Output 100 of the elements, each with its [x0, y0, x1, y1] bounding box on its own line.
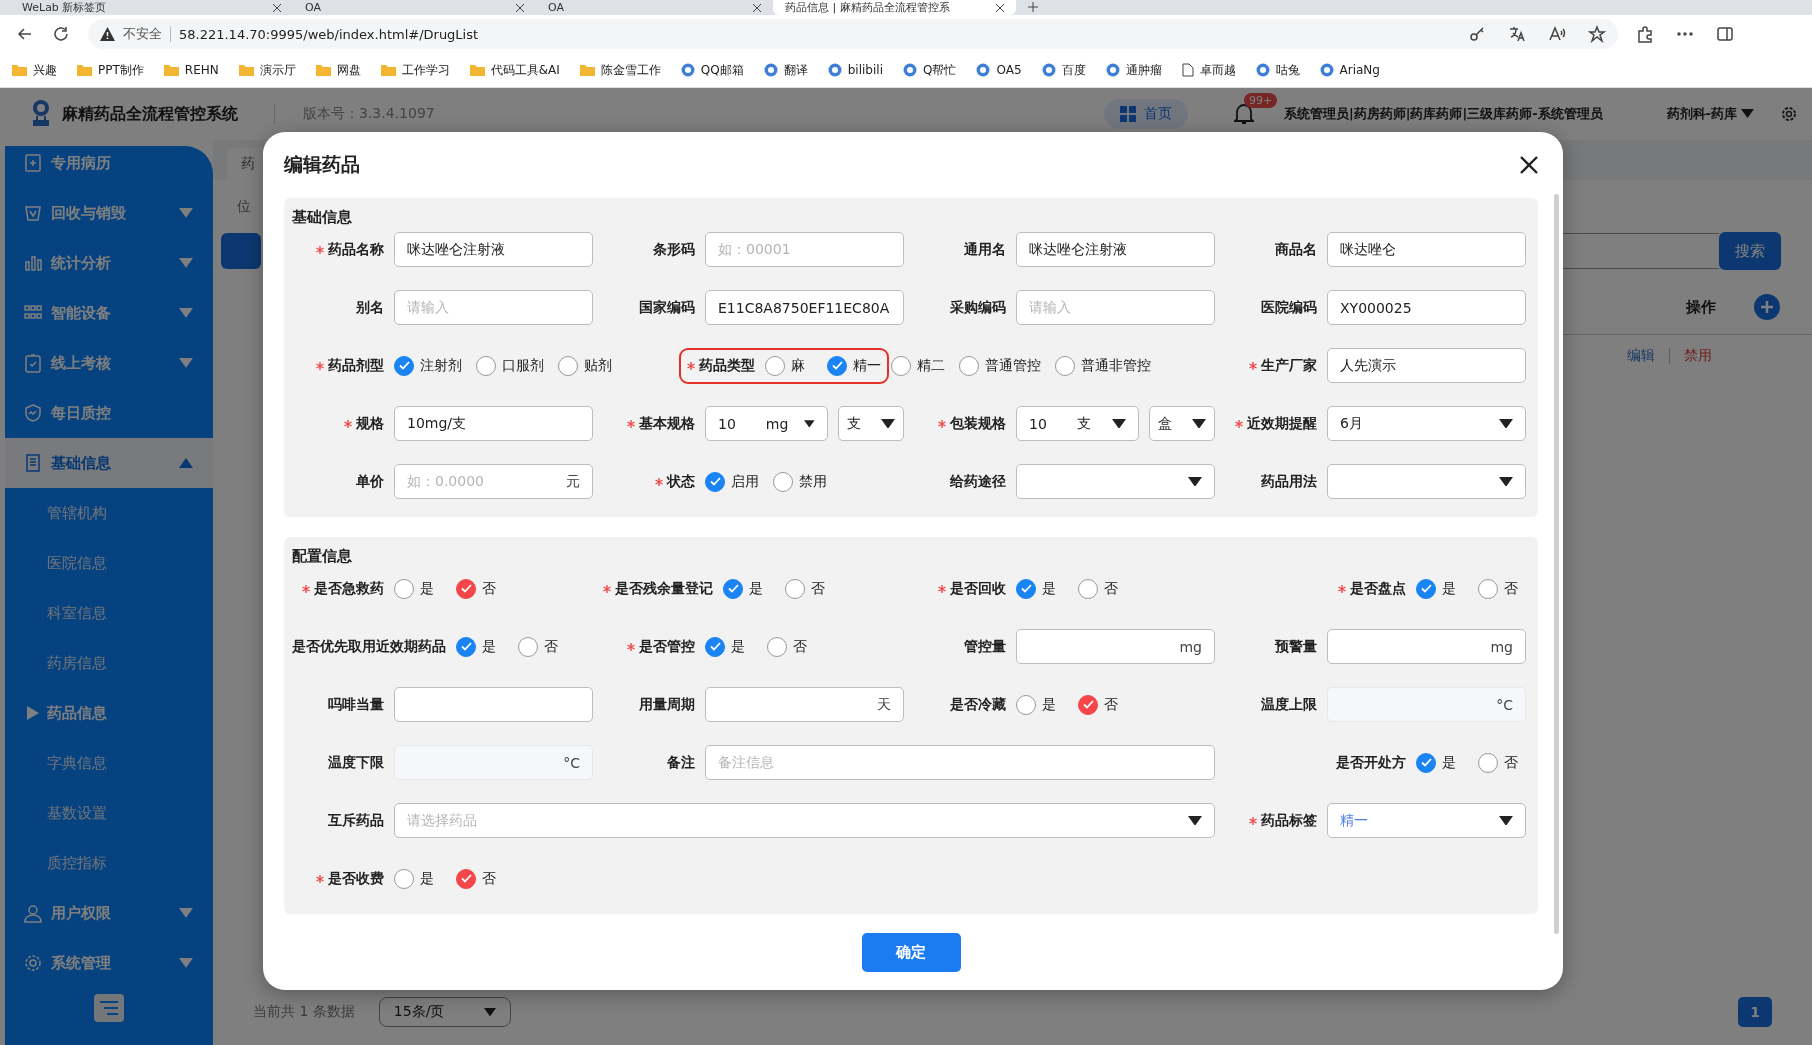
bookmark[interactable]: 通肿瘤	[1105, 61, 1162, 79]
bookmark[interactable]: Q帮忙	[903, 61, 957, 79]
checked-radio[interactable]	[827, 355, 847, 376]
select-field[interactable]: 支	[838, 406, 904, 441]
bell-icon[interactable]	[1233, 103, 1254, 125]
select-field[interactable]: 10 mg	[705, 406, 828, 441]
select-field[interactable]	[1327, 464, 1526, 499]
confirm-button[interactable]: 确定	[861, 932, 961, 972]
close-icon[interactable]	[273, 3, 281, 12]
bookmark[interactable]: PPT制作	[77, 61, 144, 79]
text-field[interactable]: 咪达唑仑注射液	[394, 232, 593, 267]
text-field[interactable]: 如：0.0000 元	[394, 464, 593, 499]
text-field[interactable]: mg	[1016, 629, 1215, 664]
radio-option[interactable]: 贴剂	[558, 355, 612, 376]
checked-radio[interactable]	[456, 868, 476, 889]
radio-option[interactable]: 精二	[891, 355, 945, 376]
bookmark[interactable]: 陈金雪工作	[579, 61, 661, 79]
bookmark[interactable]: OA5	[976, 63, 1022, 77]
browser-tab[interactable]: OA	[293, 0, 536, 15]
text-field[interactable]: 人先演示	[1327, 348, 1526, 383]
radio-option[interactable]: 是	[1416, 752, 1464, 773]
radio[interactable]	[394, 578, 414, 599]
text-field[interactable]: 10mg/支	[394, 406, 593, 441]
radio[interactable]	[1055, 355, 1075, 376]
radio-option[interactable]: 否	[1078, 578, 1126, 599]
bookmark[interactable]: 工作学习	[380, 61, 450, 79]
bookmark[interactable]: QQ邮箱	[680, 61, 744, 79]
bookmark[interactable]: 翻译	[763, 61, 808, 79]
checked-radio[interactable]	[1416, 752, 1436, 773]
browser-tab[interactable]: WeLab 新标签页	[10, 0, 293, 15]
bookmark[interactable]: AriaNg	[1319, 63, 1380, 77]
radio-option[interactable]: 否	[1478, 752, 1526, 773]
select-field[interactable]: 6月	[1327, 406, 1526, 441]
close-icon[interactable]	[996, 3, 1004, 12]
text-field[interactable]: 咪达唑仑	[1327, 232, 1526, 267]
bookmark[interactable]: 网盘	[315, 61, 361, 79]
close-icon[interactable]	[516, 3, 524, 12]
radio[interactable]	[1016, 694, 1036, 715]
radio-option[interactable]: 是	[723, 578, 771, 599]
address-bar[interactable]: 不安全 58.221.14.70:9995/web/index.html#/DrugList	[88, 19, 1618, 49]
puzzle-icon[interactable]	[1636, 25, 1654, 43]
bookmark[interactable]: REHN	[163, 63, 219, 77]
radio[interactable]	[959, 355, 979, 376]
text-field[interactable]: 咪达唑仑注射液	[1016, 232, 1215, 267]
reload-icon[interactable]	[52, 25, 70, 43]
add-button[interactable]	[1754, 294, 1780, 320]
plus-icon[interactable]	[1028, 2, 1038, 12]
translate-icon[interactable]	[1508, 25, 1526, 43]
radio-option[interactable]: 是	[1016, 578, 1064, 599]
checked-radio[interactable]	[1416, 578, 1436, 599]
checked-radio[interactable]	[705, 471, 725, 492]
bookmark[interactable]: 演示厅	[238, 61, 296, 79]
key-icon[interactable]	[1468, 25, 1486, 43]
radio-option[interactable]: 否	[1478, 578, 1526, 599]
bookmark[interactable]: 咕兔	[1255, 61, 1300, 79]
radio[interactable]	[765, 355, 785, 376]
settings-icon[interactable]	[1780, 105, 1798, 123]
text-field[interactable]: E11C8A8750EF11EC80A	[705, 290, 904, 325]
radio[interactable]	[785, 578, 805, 599]
radio-option[interactable]: 是	[456, 636, 504, 657]
collapse-button[interactable]	[94, 994, 124, 1022]
sidebar-icon[interactable]	[1716, 25, 1734, 43]
radio[interactable]	[1478, 752, 1498, 773]
radio[interactable]	[1478, 578, 1498, 599]
radio-option[interactable]: 普通管控	[959, 355, 1041, 376]
radio-option[interactable]: 是	[394, 868, 442, 889]
radio[interactable]	[1078, 578, 1098, 599]
read-aloud-icon[interactable]	[1548, 25, 1566, 43]
radio-option[interactable]: 普通非管控	[1055, 355, 1151, 376]
text-field[interactable]: XY000025	[1327, 290, 1526, 325]
bookmark[interactable]: 代码工具&AI	[469, 61, 560, 79]
checked-radio[interactable]	[394, 355, 414, 376]
checked-radio[interactable]	[705, 636, 725, 657]
close-icon[interactable]	[1520, 156, 1538, 174]
radio-option[interactable]: 否	[767, 636, 815, 657]
radio[interactable]	[518, 636, 538, 657]
radio[interactable]	[394, 868, 414, 889]
star-icon[interactable]	[1588, 25, 1606, 43]
radio[interactable]	[558, 355, 578, 376]
page-size-select[interactable]: 15条/页	[378, 997, 512, 1027]
radio-option[interactable]: 是	[1416, 578, 1464, 599]
radio-option[interactable]: 启用	[705, 471, 759, 492]
radio-option[interactable]: 否	[456, 578, 504, 599]
checked-radio[interactable]	[456, 636, 476, 657]
select-field[interactable]	[1016, 464, 1215, 499]
text-field[interactable]: 天	[705, 687, 904, 722]
checked-radio[interactable]	[723, 578, 743, 599]
checked-radio[interactable]	[1016, 578, 1036, 599]
radio-option[interactable]: 否	[785, 578, 833, 599]
close-icon[interactable]	[753, 3, 761, 12]
radio-option[interactable]: 是	[705, 636, 753, 657]
select-field[interactable]: 精一	[1327, 803, 1526, 838]
radio[interactable]	[767, 636, 787, 657]
radio-option[interactable]: 口服剂	[476, 355, 544, 376]
bookmark[interactable]: 百度	[1041, 61, 1086, 79]
radio-option[interactable]: 麻	[765, 355, 813, 376]
radio-option[interactable]: 否	[518, 636, 566, 657]
text-field[interactable]	[394, 687, 593, 722]
browser-tab[interactable]: 药品信息 | 麻精药品全流程管控系	[773, 0, 1016, 15]
bookmark[interactable]: bilibili	[827, 63, 883, 77]
